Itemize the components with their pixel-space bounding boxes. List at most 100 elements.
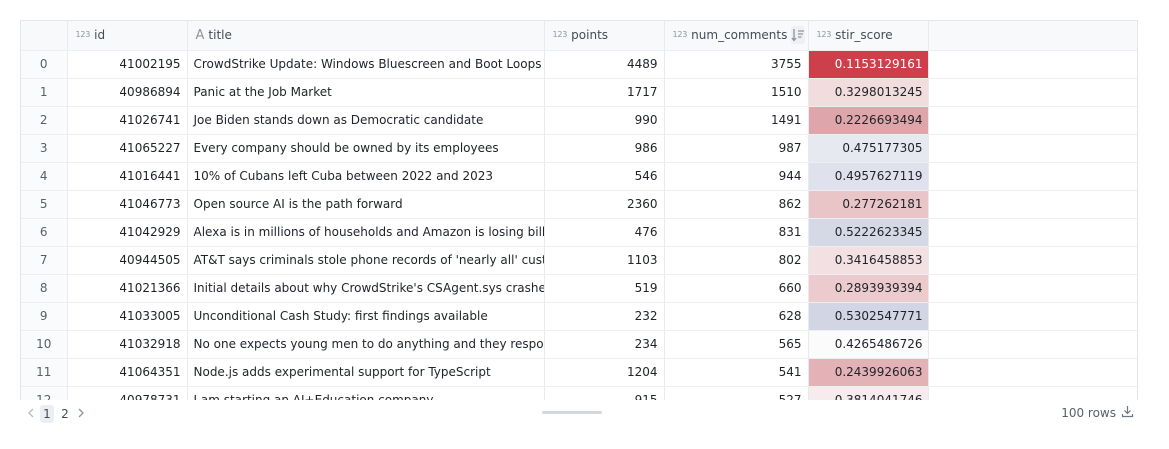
- points-cell[interactable]: 4489: [544, 50, 665, 79]
- title-cell[interactable]: Unconditional Cash Study: first findings…: [187, 302, 545, 331]
- points-cell[interactable]: 1204: [544, 358, 665, 387]
- points-cell[interactable]: 234: [544, 330, 665, 359]
- num-comments-cell[interactable]: 527: [664, 386, 809, 400]
- num-comments-cell[interactable]: 565: [664, 330, 809, 359]
- table-row[interactable]: 6 41042929 Alexa is in millions of househo…: [21, 218, 1137, 247]
- points-cell[interactable]: 1103: [544, 246, 665, 275]
- row-index-cell[interactable]: 7: [21, 246, 68, 275]
- row-index-cell[interactable]: 4: [21, 162, 68, 191]
- num-comments-cell[interactable]: 831: [664, 218, 809, 247]
- table-row[interactable]: 9 41033005 Unconditional Cash Study: first…: [21, 302, 1137, 331]
- stir-score-cell[interactable]: 0.3416458853: [808, 246, 929, 275]
- table-row[interactable]: 12 40978731 I am starting an AI+Education …: [21, 386, 1137, 400]
- table-row[interactable]: 11 41064351 Node.js adds experimental supp…: [21, 358, 1137, 387]
- column-header-id[interactable]: 123 id: [67, 21, 188, 51]
- table-row[interactable]: 10 41032918 No one expects young men to do…: [21, 330, 1137, 359]
- chevron-left-icon[interactable]: [26, 407, 36, 421]
- row-index-cell[interactable]: 10: [21, 330, 68, 359]
- num-comments-cell[interactable]: 1510: [664, 78, 809, 107]
- id-cell[interactable]: 41021366: [67, 274, 188, 303]
- num-comments-cell[interactable]: 541: [664, 358, 809, 387]
- row-index-cell[interactable]: 1: [21, 78, 68, 107]
- id-cell[interactable]: 40978731: [67, 386, 188, 400]
- title-cell[interactable]: Panic at the Job Market: [187, 78, 545, 107]
- data-table-container[interactable]: 123 id Atitle 123 points 123 num_comments: [20, 20, 1138, 400]
- title-cell[interactable]: AT&T says criminals stole phone records …: [187, 246, 545, 275]
- sort-descending-icon[interactable]: [791, 26, 806, 45]
- points-cell[interactable]: 476: [544, 218, 665, 247]
- row-index-cell[interactable]: 6: [21, 218, 68, 247]
- id-cell[interactable]: 41064351: [67, 358, 188, 387]
- num-comments-cell[interactable]: 660: [664, 274, 809, 303]
- id-cell[interactable]: 40944505: [67, 246, 188, 275]
- title-cell[interactable]: Joe Biden stands down as Democratic cand…: [187, 106, 545, 135]
- stir-score-cell[interactable]: 0.475177305: [808, 134, 929, 163]
- title-cell[interactable]: 10% of Cubans left Cuba between 2022 and…: [187, 162, 545, 191]
- table-row[interactable]: 7 40944505 AT&T says criminals stole phone…: [21, 246, 1137, 275]
- title-cell[interactable]: Every company should be owned by its emp…: [187, 134, 545, 163]
- points-cell[interactable]: 232: [544, 302, 665, 331]
- stir-score-cell[interactable]: 0.2226693494: [808, 106, 929, 135]
- row-index-cell[interactable]: 9: [21, 302, 68, 331]
- title-cell[interactable]: Initial details about why CrowdStrike's …: [187, 274, 545, 303]
- id-cell[interactable]: 40986894: [67, 78, 188, 107]
- stir-score-cell[interactable]: 0.1153129161: [808, 50, 929, 79]
- table-row[interactable]: 1 40986894 Panic at the Job Market 1717 1510…: [21, 78, 1137, 107]
- id-cell[interactable]: 41016441: [67, 162, 188, 191]
- num-comments-cell[interactable]: 802: [664, 246, 809, 275]
- stir-score-cell[interactable]: 0.5302547771: [808, 302, 929, 331]
- row-index-cell[interactable]: 5: [21, 190, 68, 219]
- num-comments-cell[interactable]: 3755: [664, 50, 809, 79]
- row-index-cell[interactable]: 0: [21, 50, 68, 79]
- row-index-cell[interactable]: 11: [21, 358, 68, 387]
- id-cell[interactable]: 41046773: [67, 190, 188, 219]
- points-cell[interactable]: 990: [544, 106, 665, 135]
- num-comments-cell[interactable]: 862: [664, 190, 809, 219]
- table-row[interactable]: 5 41046773 Open source AI is the path forw…: [21, 190, 1137, 219]
- id-cell[interactable]: 41032918: [67, 330, 188, 359]
- row-index-cell[interactable]: 2: [21, 106, 68, 135]
- row-index-cell[interactable]: 12: [21, 386, 68, 400]
- column-header-title[interactable]: Atitle: [187, 21, 545, 51]
- stir-score-cell[interactable]: 0.3298013245: [808, 78, 929, 107]
- points-cell[interactable]: 1717: [544, 78, 665, 107]
- horizontal-scrollbar[interactable]: [542, 411, 602, 414]
- title-cell[interactable]: Node.js adds experimental support for Ty…: [187, 358, 545, 387]
- num-comments-cell[interactable]: 944: [664, 162, 809, 191]
- row-index-cell[interactable]: 8: [21, 274, 68, 303]
- stir-score-cell[interactable]: 0.2439926063: [808, 358, 929, 387]
- table-row[interactable]: 0 41002195 CrowdStrike Update: Windows Blu…: [21, 50, 1137, 79]
- table-row[interactable]: 2 41026741 Joe Biden stands down as Democr…: [21, 106, 1137, 135]
- column-header-index[interactable]: [21, 21, 68, 51]
- page-button-2[interactable]: 2: [58, 405, 72, 423]
- points-cell[interactable]: 519: [544, 274, 665, 303]
- points-cell[interactable]: 2360: [544, 190, 665, 219]
- stir-score-cell[interactable]: 0.4265486726: [808, 330, 929, 359]
- table-row[interactable]: 4 41016441 10% of Cubans left Cuba between…: [21, 162, 1137, 191]
- num-comments-cell[interactable]: 1491: [664, 106, 809, 135]
- stir-score-cell[interactable]: 0.277262181: [808, 190, 929, 219]
- column-header-stir-score[interactable]: 123 stir_score: [808, 21, 929, 51]
- table-row[interactable]: 3 41065227 Every company should be owned b…: [21, 134, 1137, 163]
- stir-score-cell[interactable]: 0.2893939394: [808, 274, 929, 303]
- num-comments-cell[interactable]: 987: [664, 134, 809, 163]
- points-cell[interactable]: 546: [544, 162, 665, 191]
- table-row[interactable]: 8 41021366 Initial details about why Crowd…: [21, 274, 1137, 303]
- points-cell[interactable]: 915: [544, 386, 665, 400]
- id-cell[interactable]: 41042929: [67, 218, 188, 247]
- stir-score-cell[interactable]: 0.5222623345: [808, 218, 929, 247]
- id-cell[interactable]: 41065227: [67, 134, 188, 163]
- column-header-points[interactable]: 123 points: [544, 21, 665, 51]
- id-cell[interactable]: 41033005: [67, 302, 188, 331]
- chevron-right-icon[interactable]: [76, 407, 86, 421]
- id-cell[interactable]: 41002195: [67, 50, 188, 79]
- title-cell[interactable]: Alexa is in millions of households and A…: [187, 218, 545, 247]
- page-button-1[interactable]: 1: [40, 405, 54, 423]
- num-comments-cell[interactable]: 628: [664, 302, 809, 331]
- row-index-cell[interactable]: 3: [21, 134, 68, 163]
- points-cell[interactable]: 986: [544, 134, 665, 163]
- title-cell[interactable]: No one expects young men to do anything …: [187, 330, 545, 359]
- stir-score-cell[interactable]: 0.3814041746: [808, 386, 929, 400]
- column-header-num-comments[interactable]: 123 num_comments: [664, 21, 809, 51]
- title-cell[interactable]: Open source AI is the path forward: [187, 190, 545, 219]
